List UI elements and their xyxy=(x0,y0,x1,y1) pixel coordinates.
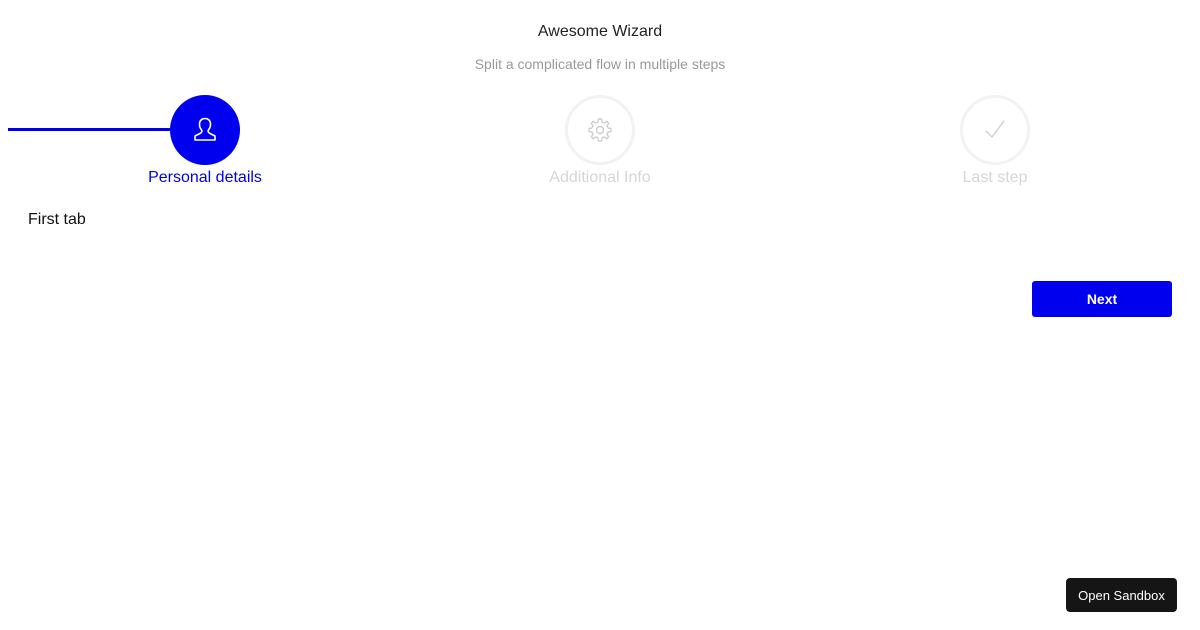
check-icon xyxy=(985,120,1005,138)
step-additional-info[interactable]: Additional Info xyxy=(480,95,720,188)
step-label: Personal details xyxy=(148,169,262,186)
step-circle[interactable] xyxy=(960,95,1030,165)
step-circle[interactable] xyxy=(170,95,240,165)
wizard-title: Awesome Wizard xyxy=(537,23,663,40)
wizard-page: Awesome Wizard Split a complicated flow … xyxy=(0,0,1200,630)
step-personal-details[interactable]: Personal details xyxy=(85,95,325,188)
tab-content: First tab xyxy=(28,211,86,228)
next-button[interactable]: Next xyxy=(1032,281,1172,317)
gear-icon xyxy=(588,118,612,142)
wizard-subtitle: Split a complicated flow in multiple ste… xyxy=(474,56,726,72)
open-sandbox-button[interactable]: Open Sandbox xyxy=(1066,578,1177,612)
step-label: Additional Info xyxy=(549,169,651,186)
step-last-step[interactable]: Last step xyxy=(875,95,1115,188)
user-icon xyxy=(194,117,216,141)
step-circle[interactable] xyxy=(565,95,635,165)
step-label: Last step xyxy=(962,169,1028,186)
